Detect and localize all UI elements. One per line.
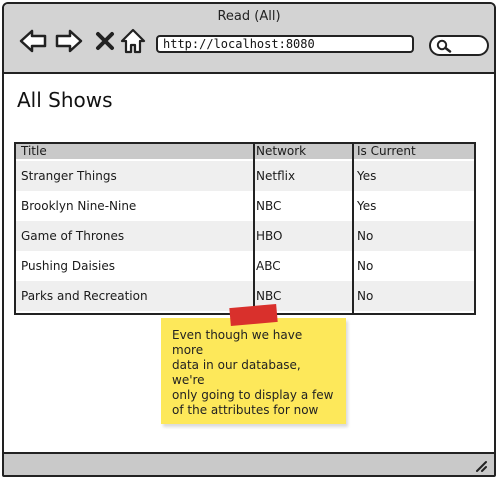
search-box[interactable] <box>429 35 489 56</box>
column-header-network[interactable]: Network <box>256 144 306 159</box>
column-divider <box>352 144 354 313</box>
note-line: of the attributes for now <box>172 403 319 417</box>
column-header-title[interactable]: Title <box>21 144 47 159</box>
close-icon <box>96 32 114 50</box>
back-arrow-icon <box>19 29 47 53</box>
table-row[interactable]: Brooklyn Nine-Nine NBC Yes <box>16 191 474 221</box>
column-header-is-current[interactable]: Is Current <box>357 144 416 159</box>
cell-is-current: No <box>357 229 374 243</box>
browser-chrome: Read (All) http://localhost:8080 <box>4 4 494 74</box>
cell-title: Brooklyn Nine-Nine <box>21 199 137 213</box>
shows-table: Title Network Is Current Stranger Things… <box>14 142 476 315</box>
page-title: All Shows <box>17 88 113 112</box>
resize-grip-icon[interactable] <box>474 459 488 472</box>
cell-is-current: No <box>357 259 374 273</box>
cell-title: Game of Thrones <box>21 229 125 243</box>
url-input[interactable]: http://localhost:8080 <box>156 35 414 53</box>
table-row[interactable]: Stranger Things Netflix Yes <box>16 161 474 191</box>
status-bar <box>4 452 494 475</box>
search-icon <box>436 39 452 53</box>
window-title: Read (All) <box>217 9 281 24</box>
table-row[interactable]: Pushing Daisies ABC No <box>16 251 474 281</box>
home-button[interactable] <box>118 26 148 56</box>
cell-title: Parks and Recreation <box>21 289 148 303</box>
cell-title: Stranger Things <box>21 169 117 183</box>
note-line: only going to display a few <box>172 388 334 402</box>
cell-network: Netflix <box>256 169 296 183</box>
forward-button[interactable] <box>54 26 84 56</box>
cell-is-current: Yes <box>357 169 377 183</box>
home-icon <box>120 28 146 54</box>
note-line: data in our database, we're <box>172 358 301 387</box>
cell-network: NBC <box>256 199 282 213</box>
table-row[interactable]: Game of Thrones HBO No <box>16 221 474 251</box>
stop-button[interactable] <box>90 26 120 56</box>
column-divider <box>253 144 255 313</box>
cell-is-current: Yes <box>357 199 377 213</box>
cell-network: HBO <box>256 229 283 243</box>
note-line: Even though we have more <box>172 328 303 357</box>
cell-is-current: No <box>357 289 374 303</box>
table-header: Title Network Is Current <box>16 144 474 159</box>
sticky-note: Even though we have more data in our dat… <box>161 318 346 424</box>
cell-network: ABC <box>256 259 281 273</box>
cell-title: Pushing Daisies <box>21 259 116 273</box>
back-button[interactable] <box>18 26 48 56</box>
forward-arrow-icon <box>55 29 83 53</box>
